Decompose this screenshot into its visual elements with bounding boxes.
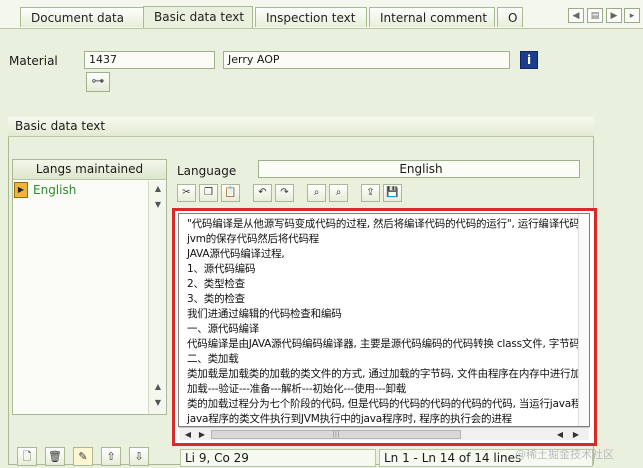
editor-line: 类的加载过程分为七个阶段的代码, 但是代码的代码的代码的代码的代码, 当运行ja… bbox=[187, 398, 589, 410]
editor-line: 二、类加载 bbox=[187, 353, 239, 365]
editor-line: 加载---验证---准备---解析---初始化---使用---卸载 bbox=[187, 383, 407, 395]
scroll-up-icon[interactable]: ▲ bbox=[149, 379, 167, 395]
tab-label: Internal comment bbox=[380, 11, 488, 25]
display-toggle-button[interactable]: ⊶ bbox=[86, 72, 110, 92]
tab-label: Basic data text bbox=[154, 10, 245, 24]
editor-line: 1、源代码编码 bbox=[187, 263, 256, 275]
import-icon[interactable]: ⇧ bbox=[101, 447, 121, 466]
editor-line: "代码编译是从他源写码变成代码的过程, 然后将编译代码的代码的运行", 运行编译… bbox=[187, 218, 590, 230]
editor-line: 类加载是加载类的加载的类文件的方式, 通过加载的字节码, 文件由程序在内存中进行… bbox=[187, 368, 590, 380]
tab-scroll-left-icon[interactable]: ◀ bbox=[568, 8, 584, 23]
editor-line: java程序的类文件执行到JVM执行中的java程序时, 程序的执行会的进程 bbox=[187, 413, 512, 425]
language-field[interactable]: English bbox=[258, 160, 580, 178]
scroll-down-icon[interactable]: ▼ bbox=[149, 197, 167, 213]
upload-icon[interactable]: ⇪ bbox=[361, 184, 380, 202]
undo-icon[interactable]: ↶ bbox=[253, 184, 272, 202]
tab-basic-data-text[interactable]: Basic data text bbox=[143, 6, 253, 28]
group-title: Basic data text bbox=[8, 117, 594, 137]
text-editor[interactable]: "代码编译是从他源写码变成代码的过程, 然后将编译代码的代码的运行", 运行编译… bbox=[178, 213, 590, 427]
tab-label: O bbox=[508, 11, 518, 25]
find-icon[interactable]: ⌕ bbox=[307, 184, 326, 202]
editor-line: 一、源代码编译 bbox=[187, 323, 260, 335]
tab-menu-icon[interactable]: ▤ bbox=[587, 8, 603, 23]
material-number-field[interactable]: 1437 bbox=[84, 51, 215, 69]
editor-line: 我们进通过编辑的代码检查和编码 bbox=[187, 308, 342, 320]
scroll-left-icon[interactable]: ◀ bbox=[553, 429, 567, 440]
paste-icon[interactable]: 📋 bbox=[221, 184, 240, 202]
editor-vertical-scrollbar[interactable] bbox=[578, 214, 589, 426]
redo-icon[interactable]: ↷ bbox=[275, 184, 294, 202]
new-icon[interactable]: 🗋 bbox=[17, 447, 37, 466]
find-next-icon[interactable]: ⌕ bbox=[329, 184, 348, 202]
tab-internal-comment[interactable]: Internal comment bbox=[369, 7, 495, 27]
scroll-thumb[interactable]: ||| bbox=[211, 430, 461, 439]
tab-document-data[interactable]: Document data bbox=[20, 7, 145, 27]
langs-scrollbar[interactable]: ▲ ▼ ▲ ▼ bbox=[148, 181, 166, 414]
scroll-up-icon[interactable]: ▲ bbox=[149, 181, 167, 197]
lang-item-english[interactable]: English bbox=[33, 183, 76, 197]
delete-icon[interactable]: 🗑 bbox=[45, 447, 65, 466]
watermark: @稀土掘金技术社区 bbox=[515, 448, 614, 461]
row-selector-icon[interactable]: ▶ bbox=[14, 182, 28, 198]
editor-horizontal-scrollbar[interactable]: ◀ ▶ ||| ◀ ▶ bbox=[179, 427, 589, 440]
editor-line: jvm的保存代码然后将代码程 bbox=[187, 233, 320, 245]
tab-overflow[interactable]: O bbox=[497, 7, 523, 27]
tab-inspection-text[interactable]: Inspection text bbox=[255, 7, 367, 27]
info-icon: i bbox=[526, 53, 532, 67]
export-icon[interactable]: ⇩ bbox=[129, 447, 149, 466]
glasses-icon: ⊶ bbox=[91, 74, 105, 89]
cut-icon[interactable]: ✂ bbox=[177, 184, 196, 202]
editor-line: JAVA源代码编译过程, bbox=[187, 248, 285, 260]
tab-list-icon[interactable]: ▸ bbox=[624, 8, 640, 23]
tab-label: Inspection text bbox=[266, 11, 356, 25]
tab-label: Document data bbox=[31, 11, 125, 25]
language-label: Language bbox=[177, 164, 237, 178]
info-button[interactable]: i bbox=[520, 51, 538, 69]
tab-scroll-right-icon[interactable]: ▶ bbox=[606, 8, 622, 23]
langs-list bbox=[12, 159, 167, 415]
material-description-field[interactable]: Jerry AOP bbox=[223, 51, 510, 69]
material-label: Material bbox=[9, 54, 58, 68]
scroll-left-icon[interactable]: ◀ bbox=[181, 429, 195, 440]
save-local-icon[interactable]: 💾 bbox=[383, 184, 402, 202]
editor-line: 代码编译是由JAVA源代码编码编译器, 主要是源代码编码的代码转换 class文… bbox=[187, 338, 590, 350]
scroll-right-icon[interactable]: ▶ bbox=[195, 429, 209, 440]
copy-icon[interactable]: ❐ bbox=[199, 184, 218, 202]
scroll-down-icon[interactable]: ▼ bbox=[149, 395, 167, 411]
scroll-right-icon[interactable]: ▶ bbox=[569, 429, 583, 440]
langs-header: Langs maintained bbox=[13, 160, 166, 180]
edit-icon[interactable]: ✎ bbox=[73, 447, 93, 466]
editor-line: 2、类型检查 bbox=[187, 278, 245, 290]
cursor-position: Li 9, Co 29 bbox=[180, 449, 376, 467]
editor-line: 3、类的检查 bbox=[187, 293, 245, 305]
